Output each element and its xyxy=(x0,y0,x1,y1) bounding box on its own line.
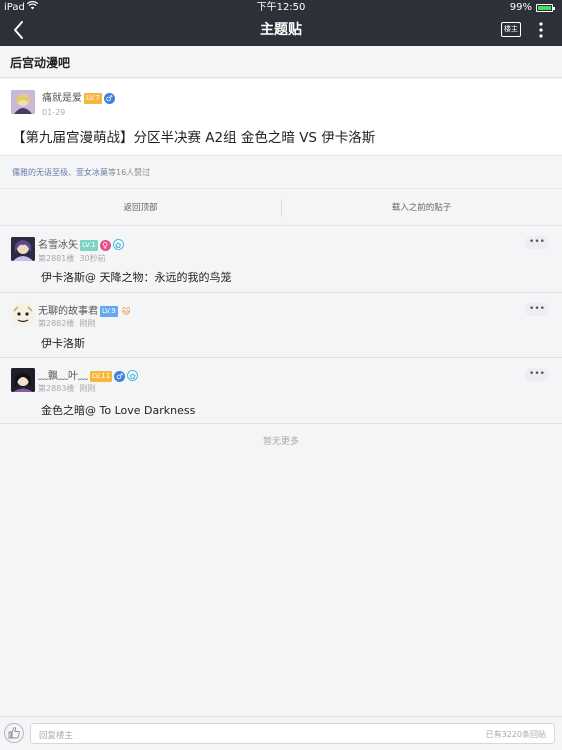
reply-username[interactable]: ﹏飘﹏叶﹏ xyxy=(38,371,88,382)
level-badge: LV.9 xyxy=(100,306,118,317)
reply-content: 伊卡洛斯@ 天降之物：永远的我的鸟笼 xyxy=(41,271,232,284)
female-icon: ♀ xyxy=(99,240,111,251)
level-badge: LV.11 xyxy=(90,371,113,382)
reply-meta: 第2882楼 刚刚 xyxy=(38,318,95,329)
avatar[interactable] xyxy=(11,90,35,114)
male-icon: ♂ xyxy=(114,371,126,382)
avatar[interactable] xyxy=(11,237,35,261)
owner-only-button[interactable]: 楼主 xyxy=(501,22,521,37)
list-item: ﹏飘﹏叶﹏ LV.11 ♂ ✿ 第2883楼 刚刚 ••• 金色之暗@ To Love… xyxy=(0,358,562,424)
thumbs-up-icon[interactable] xyxy=(4,723,24,743)
avatar[interactable] xyxy=(11,303,35,327)
reply-time: 刚刚 xyxy=(79,319,96,328)
status-bar: iPad 下午12:50 99% xyxy=(0,0,562,16)
reply-count: 已有3220条回贴 xyxy=(485,730,546,739)
op-username-row[interactable]: 痛就是爱 LV.7 ♂ xyxy=(42,89,115,104)
shield-icon: ✿ xyxy=(127,370,139,381)
chevron-up-icon[interactable] xyxy=(277,37,285,52)
cat-icon: 🐱 xyxy=(122,307,131,316)
floor-number: 第2883楼 xyxy=(38,384,75,393)
more-options-button[interactable]: ••• xyxy=(525,236,549,249)
no-more-text: 暂无更多 xyxy=(262,437,299,447)
post-date: 01-29 xyxy=(42,108,66,117)
forum-bar[interactable]: 后宫动漫吧 xyxy=(0,46,562,78)
top-bar: iPad 下午12:50 99% 主题贴 楼主 xyxy=(0,0,562,52)
post-title: 【第九届宫漫萌战】分区半决赛 A2组 金色之暗 VS 伊卡洛斯 xyxy=(12,130,376,146)
reply-placeholder: 回复楼主 xyxy=(39,731,74,741)
reply-time: 刚刚 xyxy=(79,384,96,393)
reply-content: 金色之暗@ To Love Darkness xyxy=(41,404,196,417)
liked-users[interactable]: 儒雅的无语至极、萱女冰菓 xyxy=(12,168,108,177)
likes-count[interactable]: 等16人赞过 xyxy=(108,168,150,177)
reply-username-row[interactable]: 名雪冰矢 LV.1 ♀ ✿ xyxy=(38,236,124,251)
reply-meta: 第2883楼 刚刚 xyxy=(38,383,95,394)
level-badge: LV.7 xyxy=(84,93,102,104)
reply-username[interactable]: 无聊的故事君 xyxy=(38,306,98,317)
clock: 下午12:50 xyxy=(256,2,306,13)
reply-username-row[interactable]: 无聊的故事君 LV.9 🐱 xyxy=(38,302,133,317)
floor-number: 第2881楼 xyxy=(38,254,75,263)
list-item: 无聊的故事君 LV.9 🐱 第2882楼 刚刚 ••• 伊卡洛斯 xyxy=(0,293,562,358)
likes-bar: 儒雅的无语至极、萱女冰菓等16人赞过 xyxy=(0,155,562,189)
more-options-button[interactable]: ••• xyxy=(525,368,549,381)
battery-icon xyxy=(536,4,555,12)
reply-username-row[interactable]: ﹏飘﹏叶﹏ LV.11 ♂ ✿ xyxy=(38,367,139,382)
reply-meta: 第2881楼 30秒前 xyxy=(38,253,106,264)
reply-bar: 回复楼主 已有3220条回贴 xyxy=(0,716,562,750)
reply-username[interactable]: 名雪冰矢 xyxy=(38,240,78,251)
level-badge: LV.1 xyxy=(80,240,98,251)
reply-input[interactable]: 回复楼主 已有3220条回贴 xyxy=(30,723,555,744)
op-username[interactable]: 痛就是爱 xyxy=(42,93,82,104)
load-previous-button[interactable]: 载入之前的贴子 xyxy=(281,190,562,226)
vertical-dots-icon[interactable] xyxy=(536,21,546,39)
avatar[interactable] xyxy=(11,368,35,392)
male-icon: ♂ xyxy=(103,93,115,104)
reply-time: 30秒前 xyxy=(79,254,106,263)
more-options-button[interactable]: ••• xyxy=(525,303,549,316)
floor-number: 第2882楼 xyxy=(38,319,75,328)
post-navigation: 返回顶部 载入之前的贴子 xyxy=(0,190,562,226)
battery-percent: 99% xyxy=(509,2,532,13)
forum-name[interactable]: 后宫动漫吧 xyxy=(10,54,70,71)
list-item: 名雪冰矢 LV.1 ♀ ✿ 第2881楼 30秒前 ••• 伊卡洛斯@ 天降之物：永远… xyxy=(0,227,562,293)
reply-content: 伊卡洛斯 xyxy=(41,337,85,350)
likes-text: 儒雅的无语至极、萱女冰菓等16人赞过 xyxy=(12,167,150,178)
back-to-top-button[interactable]: 返回顶部 xyxy=(0,190,281,226)
shield-icon: ✿ xyxy=(112,239,124,250)
main-post: 痛就是爱 LV.7 ♂ 01-29 【第九届宫漫萌战】分区半决赛 A2组 金色之暗 … xyxy=(0,79,562,155)
